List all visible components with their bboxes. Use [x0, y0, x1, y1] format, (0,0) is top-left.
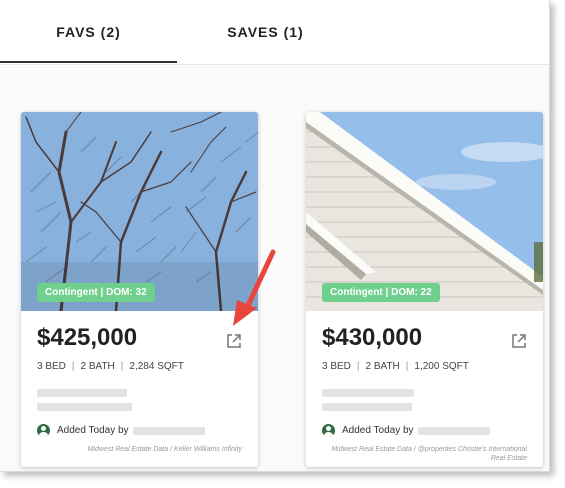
- baths: 2 BATH: [365, 361, 400, 372]
- listing-photo[interactable]: Contingent | DOM: 22: [306, 112, 543, 311]
- favorites-panel: FAVS (2) SAVES (1) Contingent | DOM: 32 …: [0, 0, 550, 472]
- listing-source: Midwest Real Estate Data / @properties C…: [331, 446, 527, 462]
- redacted-address-line-1: [322, 389, 414, 397]
- added-by: Added Today by: [322, 424, 490, 437]
- account-circle-icon: [37, 424, 50, 437]
- redacted-agent-name: [132, 426, 205, 435]
- tab-bar: FAVS (2) SAVES (1): [0, 0, 549, 65]
- external-link-icon[interactable]: [226, 333, 242, 349]
- baths: 2 BATH: [80, 361, 115, 372]
- added-by: Added Today by: [37, 424, 205, 437]
- redacted-address-line-2: [37, 403, 132, 411]
- house-roof-photo: [306, 112, 543, 311]
- divider: |: [71, 361, 75, 372]
- status-badge: Contingent | DOM: 22: [322, 283, 440, 302]
- added-by-label: Added Today by: [342, 425, 414, 436]
- beds: 3 BED: [37, 361, 66, 372]
- tab-saves[interactable]: SAVES (1): [177, 0, 354, 64]
- divider: |: [405, 361, 409, 372]
- redacted-address-line-1: [37, 389, 127, 397]
- listing-specs: 3 BED | 2 BATH | 2,284 SQFT: [37, 361, 184, 372]
- sqft: 2,284 SQFT: [129, 361, 184, 372]
- listing-card[interactable]: Contingent | DOM: 22 $430,000 3 BED | 2 BA…: [306, 112, 543, 467]
- sqft: 1,200 SQFT: [414, 361, 469, 372]
- beds: 3 BED: [322, 361, 351, 372]
- listing-price: $430,000: [322, 324, 423, 351]
- status-badge: Contingent | DOM: 32: [37, 283, 155, 302]
- added-by-label: Added Today by: [57, 425, 129, 436]
- divider: |: [120, 361, 124, 372]
- external-link-icon[interactable]: [511, 333, 527, 349]
- listing-source: Midwest Real Estate Data / Keller Willia…: [87, 446, 242, 453]
- redacted-agent-name: [417, 426, 490, 435]
- listing-specs: 3 BED | 2 BATH | 1,200 SQFT: [322, 361, 469, 372]
- listing-price: $425,000: [37, 324, 138, 351]
- redacted-address-line-2: [322, 403, 412, 411]
- tab-favs[interactable]: FAVS (2): [0, 0, 177, 64]
- listing-card[interactable]: Contingent | DOM: 32 $425,000 3 BED | 2 BA…: [21, 112, 258, 467]
- active-tab-indicator: [0, 61, 177, 63]
- bare-trees-photo: [21, 112, 258, 311]
- listing-photo[interactable]: Contingent | DOM: 32: [21, 112, 258, 311]
- divider: |: [356, 361, 360, 372]
- account-circle-icon: [322, 424, 335, 437]
